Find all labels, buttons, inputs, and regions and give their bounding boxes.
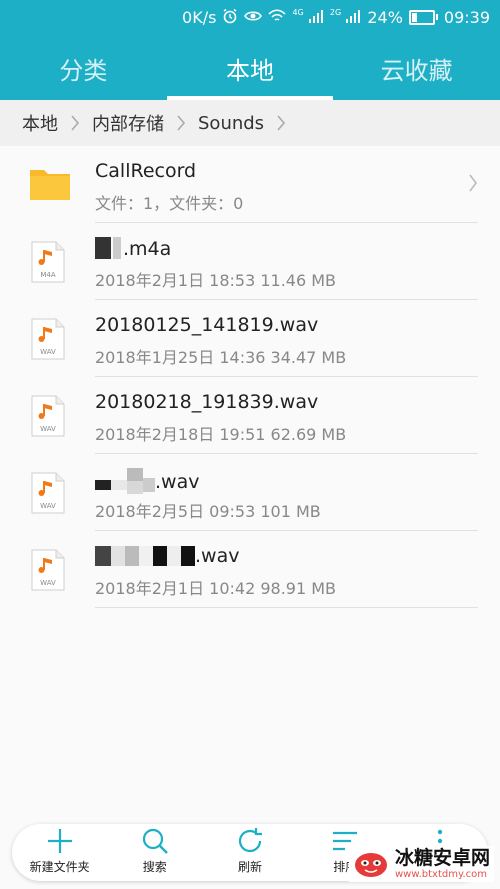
list-item-file[interactable]: WAV .wav 2018年2月1日 10:42 98.91 MB <box>0 531 500 608</box>
file-list: CallRecord 文件：1，文件夹：0 M4A .m4a 2018年2月1日… <box>0 146 500 608</box>
audio-file-icon: WAV <box>30 395 66 441</box>
network-type-1: 4G <box>292 7 304 17</box>
folder-icon <box>28 166 72 206</box>
file-meta: 2018年2月1日 10:42 98.91 MB <box>95 579 337 598</box>
file-name: .wav <box>95 468 199 494</box>
network-speed: 0K/s <box>182 7 217 27</box>
plus-icon <box>47 829 72 853</box>
list-item-file[interactable]: WAV .wav 2018年2月5日 09:53 101 MB <box>0 454 500 531</box>
audio-file-icon: M4A <box>30 241 66 287</box>
breadcrumb-sounds[interactable]: Sounds <box>198 113 264 134</box>
signal-icon-1: 4G <box>292 7 323 26</box>
battery-icon <box>408 9 438 25</box>
status-bar: 0K/s 4G 2G 24% 09:39 <box>182 4 490 30</box>
list-item-folder[interactable]: CallRecord 文件：1，文件夹：0 <box>0 146 500 223</box>
chevron-right-icon <box>70 115 80 131</box>
file-type-badge: WAV <box>40 348 56 356</box>
refresh-icon <box>238 828 262 853</box>
file-type-badge: WAV <box>40 425 56 433</box>
audio-file-icon: WAV <box>30 318 66 364</box>
chevron-right-icon <box>468 174 478 196</box>
audio-file-icon: WAV <box>30 549 66 595</box>
file-meta: 2018年1月25日 14:36 34.47 MB <box>95 348 347 367</box>
file-type-badge: WAV <box>40 579 56 587</box>
file-type-badge: M4A <box>40 271 55 279</box>
refresh-button[interactable]: 刷新 <box>202 824 297 881</box>
signal-icon-2: 2G <box>329 7 361 26</box>
audio-file-icon: WAV <box>30 472 66 518</box>
action-label: 新建文件夹 <box>29 860 90 874</box>
app-header: 0K/s 4G 2G 24% 09:39 分类 本地 云收藏 <box>0 0 500 100</box>
watermark-text: 冰糖安卓网 <box>394 847 490 869</box>
breadcrumb-local[interactable]: 本地 <box>22 110 58 136</box>
file-name: .m4a <box>95 237 171 260</box>
action-label: 刷新 <box>238 860 263 874</box>
list-item-file[interactable]: M4A .m4a 2018年2月1日 18:53 11.46 MB <box>0 223 500 300</box>
file-name: 20180125_141819.wav <box>95 314 319 336</box>
file-name: .wav <box>95 545 239 567</box>
file-name: 20180218_191839.wav <box>95 391 319 413</box>
breadcrumb: 本地 内部存储 Sounds <box>0 100 500 146</box>
breadcrumb-internal-storage[interactable]: 内部存储 <box>92 110 164 136</box>
file-meta: 2018年2月5日 09:53 101 MB <box>95 502 321 521</box>
eye-icon <box>244 9 263 26</box>
file-meta: 文件：1，文件夹：0 <box>95 194 244 213</box>
wifi-icon <box>268 8 287 26</box>
new-folder-button[interactable]: 新建文件夹 <box>12 824 107 881</box>
search-icon <box>142 828 168 854</box>
watermark-url: www.btxtdmy.com <box>394 868 488 880</box>
watermark: 冰糖安卓网 www.btxtdmy.com <box>348 846 494 882</box>
alarm-icon <box>222 8 238 27</box>
watermark-logo-icon <box>354 852 387 877</box>
list-item-file[interactable]: WAV 20180125_141819.wav 2018年1月25日 14:36… <box>0 300 500 377</box>
network-type-2: 2G <box>329 7 342 17</box>
clock: 09:39 <box>443 7 490 27</box>
list-item-file[interactable]: WAV 20180218_191839.wav 2018年2月18日 19:51… <box>0 377 500 454</box>
file-type-badge: WAV <box>40 502 56 510</box>
tab-bar: 分类 本地 云收藏 <box>0 36 500 100</box>
action-label: 搜索 <box>142 860 167 874</box>
chevron-right-icon <box>276 115 286 131</box>
tab-category[interactable]: 分类 <box>0 36 167 100</box>
tab-local[interactable]: 本地 <box>166 36 334 100</box>
file-meta: 2018年2月18日 19:51 62.69 MB <box>95 425 347 444</box>
row-divider <box>95 607 478 608</box>
search-button[interactable]: 搜索 <box>107 824 202 881</box>
file-name: CallRecord <box>95 160 197 182</box>
chevron-right-icon <box>176 115 186 131</box>
file-meta: 2018年2月1日 18:53 11.46 MB <box>95 271 337 290</box>
tab-cloud-favorites[interactable]: 云收藏 <box>333 36 500 100</box>
battery-percent: 24% <box>367 7 403 27</box>
